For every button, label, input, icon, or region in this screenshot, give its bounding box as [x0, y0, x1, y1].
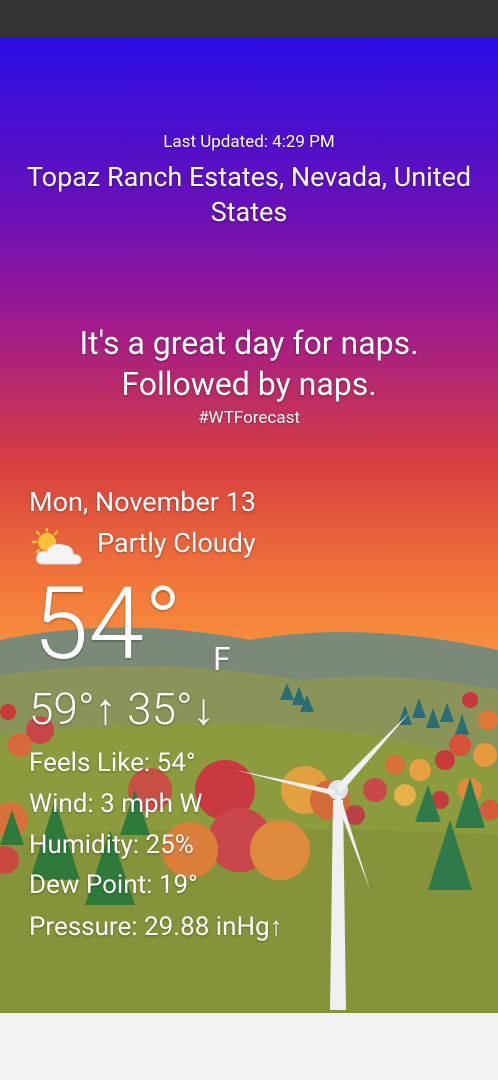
forecast-quip: It's a great day for naps. Followed by n… [79, 324, 419, 403]
high-low-temperature: 59°↑ 35°↓ [29, 683, 215, 735]
last-updated-text: Last Updated: 4:29 PM [163, 132, 335, 152]
bottom-bar [0, 1013, 498, 1080]
condition-label: Partly Cloudy [97, 527, 256, 559]
temperature-unit: F [213, 640, 231, 678]
location-title: Topaz Ranch Estates, Nevada, United Stat… [26, 161, 472, 228]
wind-text: Wind: 3 mph W [29, 789, 203, 819]
forecast-date: Mon, November 13 [29, 486, 256, 518]
partly-cloudy-icon [29, 526, 85, 568]
pressure-text: Pressure: 29.88 inHg↑ [29, 912, 283, 942]
weather-scene: Last Updated: 4:29 PM Topaz Ranch Estate… [0, 37, 498, 1013]
forecast-hashtag: #WTForecast [198, 408, 300, 428]
current-temperature: 54° [33, 566, 182, 683]
status-bar [0, 0, 498, 37]
humidity-text: Humidity: 25% [29, 830, 194, 860]
dew-point-text: Dew Point: 19° [29, 870, 198, 900]
feels-like-text: Feels Like: 54° [29, 748, 196, 778]
